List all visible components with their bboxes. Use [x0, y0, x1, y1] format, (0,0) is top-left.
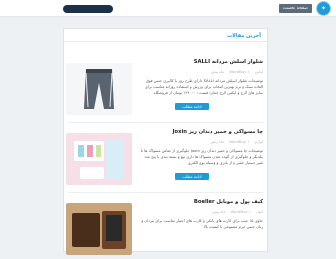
home-button[interactable]: صفحه نخست	[278, 4, 312, 13]
post-title[interactable]: شلوار اسلش مردانه SALLI	[143, 59, 263, 65]
post-item: کیف پول و موبایل Boeller کیف WordBuy ۱ م…	[62, 199, 267, 259]
pants-image	[66, 63, 132, 115]
post-excerpt: توضیحات شلوار اسلش مردانه SALLI دارای طر…	[139, 78, 263, 102]
post-thumbnail[interactable]	[66, 133, 132, 185]
post-title[interactable]: کیف پول و موبایل Boeller	[143, 199, 263, 205]
post-author[interactable]: WordBuy	[229, 139, 246, 144]
latest-articles-card: آخرین مقالات شلوار اسلش مردانه SALLI لبا…	[62, 28, 268, 255]
post-category[interactable]: کیف	[256, 209, 263, 214]
top-navigation-bar: ✦ صفحه نخست	[0, 0, 336, 17]
post-item: چا مسواکی و خمیر دندان ریز Joxin لوازم W…	[62, 129, 267, 189]
post-item: شلوار اسلش مردانه SALLI لباس WordBuy ۱ م…	[62, 59, 267, 119]
read-more-button[interactable]: ادامه مطلب	[175, 173, 209, 180]
post-thumbnail[interactable]	[66, 203, 132, 255]
post-thumbnail[interactable]	[66, 63, 132, 115]
post-author[interactable]: WordBuy	[229, 69, 246, 74]
post-divider	[68, 122, 263, 123]
post-divider	[68, 192, 263, 193]
post-title[interactable]: چا مسواکی و خمیر دندان ریز Joxin	[143, 129, 263, 135]
post-meta: لوازم WordBuy ۱ ماه پیش	[143, 139, 263, 144]
search-input[interactable]	[63, 5, 113, 13]
post-meta: لباس WordBuy ۱ ماه پیش	[143, 69, 263, 74]
toothbrush-holder-image	[66, 133, 132, 185]
post-excerpt: حاوی ۱۵ جیب برای کارت های بانکی و کارت ه…	[139, 218, 263, 242]
post-author[interactable]: WordBuy	[231, 209, 248, 214]
post-price: قیمت : ۱۲۹۰۰۰ تومان از فروشگاه	[153, 90, 209, 95]
post-meta: کیف WordBuy ۱ ماه پیش	[143, 209, 263, 214]
post-category[interactable]: لوازم	[255, 139, 263, 144]
post-excerpt: توضیحات چا مسواکی و خمیر دندان ریز Joxin…	[139, 148, 263, 172]
section-divider	[64, 41, 267, 42]
post-excerpt-text: توضیحات چا مسواکی و خمیر دندان ریز Joxin…	[140, 148, 263, 165]
post-category[interactable]: لباس	[255, 69, 263, 74]
post-excerpt-text: حاوی ۱۵ جیب برای کارت های بانکی و کارت ه…	[141, 218, 263, 229]
read-more-button[interactable]: ادامه مطلب	[175, 103, 209, 110]
site-logo[interactable]: ✦	[316, 1, 331, 16]
wallet-image	[66, 203, 132, 255]
section-title: آخرین مقالات	[227, 33, 261, 39]
